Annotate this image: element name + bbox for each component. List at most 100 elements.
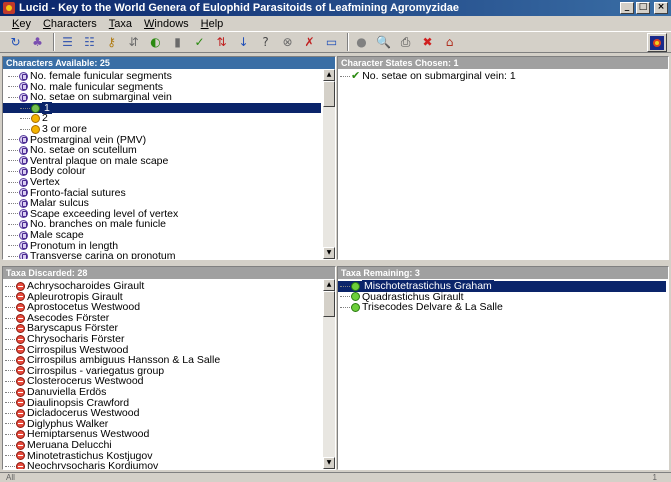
remaining-taxon-icon [351,302,360,312]
order-icon: ↓ [238,35,249,49]
tree-connector [5,412,15,414]
list-tree-button[interactable]: ☰ [58,33,77,51]
taxa-remaining-header: Taxa Remaining: 3 [338,267,668,279]
tree-connector [5,349,15,351]
discarded-taxon-icon [16,334,25,344]
item-label: No. setae on submarginal vein: 1 [362,70,516,82]
character-icon [19,198,28,208]
states-chosen-header: Character States Chosen: 1 [338,57,668,69]
item-label: Neochrysocharis Kordjumov [27,460,159,469]
menu-bar: Key Characters Taxa Windows Help [0,16,671,31]
tree-connector [340,306,350,308]
menu-help[interactable]: Help [195,18,230,30]
characters-scrollbar[interactable]: ▲ ▼ [323,69,335,259]
tree-connector [5,338,15,340]
tree-connector [8,86,18,88]
states-chosen-list[interactable]: ✔ No. setae on submarginal vein: 1 [338,69,668,259]
status-bar: All 1 [0,472,671,482]
print-button[interactable]: ⎙ [396,33,415,51]
tree-connector [5,402,15,404]
scroll-down-button[interactable]: ▼ [323,457,335,469]
remaining-taxon-icon [351,292,360,302]
taxa-discarded-list[interactable]: Achrysocharoides Girault Apleurotropis Gi… [3,279,323,469]
taxa-remaining-list[interactable]: Mischotetrastichus Graham Quadrastichus G… [338,279,668,469]
unknown-button[interactable]: ? [256,33,275,51]
tree-connector [5,296,15,298]
chart-button[interactable]: ▮ [168,33,187,51]
list-button[interactable]: ☷ [80,33,99,51]
group-button[interactable]: ♣ [28,33,47,51]
home-icon: ⌂ [445,35,454,49]
stop-button[interactable]: ✖ [418,33,437,51]
menu-characters-accel: C [42,17,51,30]
chosen-state-item[interactable]: ✔ No. setae on submarginal vein: 1 [338,69,668,82]
discarded-taxon-icon [16,355,25,365]
menu-windows[interactable]: Windows [138,18,195,30]
lucid-logo-button[interactable] [647,33,667,52]
check-icon: ✓ [194,35,205,49]
window-icon: ▭ [325,35,338,49]
title-bar: Lucid - Key to the World Genera of Eulop… [0,0,671,16]
discarded-taxon-icon [16,377,25,387]
maximize-button[interactable]: □ [636,2,650,14]
tree-connector [5,381,15,383]
refresh-button[interactable]: ↻ [6,33,25,51]
characters-list[interactable]: No. female funicular segments No. male fu… [3,69,323,259]
taxa-discarded-scrollbar[interactable]: ▲ ▼ [323,279,335,469]
sort-button[interactable]: ⇵ [124,33,143,51]
close-button[interactable]: × [654,2,668,14]
tree-connector [20,128,30,130]
states-chosen-panel: Character States Chosen: 1 ✔ No. setae on… [337,56,669,260]
home-button[interactable]: ⌂ [440,33,459,51]
toolbar: ↻ ♣ ☰ ☷ ⚷ ⇵ ◐ ▮ ✓ ⇅ ↓? ⊗ ✗ ▭ ● 🔍 ⎙ ✖ ⌂ [0,31,671,53]
discarded-taxon-icon [16,281,25,291]
item-label: Trisecodes Delvare & La Salle [362,301,503,314]
circle-button[interactable]: ● [352,33,371,51]
tree-connector [5,370,15,372]
key-button[interactable]: ⚷ [102,33,121,51]
menu-key[interactable]: Key [6,18,37,30]
discarded-taxon-icon [16,419,25,429]
best-button[interactable]: ◐ [146,33,165,51]
remaining-taxon-item[interactable]: Trisecodes Delvare & La Salle [338,302,668,313]
order-button[interactable]: ↓ [234,33,253,51]
check-icon: ✔ [351,69,361,82]
scroll-down-button[interactable]: ▼ [323,247,335,259]
tree-connector [5,285,15,287]
filter-button[interactable]: ⊗ [278,33,297,51]
scroll-up-button[interactable]: ▲ [323,69,335,81]
tree-connector [8,96,18,98]
scroll-thumb[interactable] [323,81,335,107]
scroll-up-button[interactable]: ▲ [323,279,335,291]
checklist-icon: ✗ [304,35,315,49]
tree-connector [8,192,18,194]
discarded-taxon-icon [16,451,25,461]
minimize-button[interactable]: _ [620,2,634,14]
checklist-button[interactable]: ✗ [300,33,319,51]
state-icon [31,124,40,134]
tree-connector [8,245,18,247]
lucid-app-icon[interactable] [3,2,15,14]
tree-connector [8,224,18,226]
state-item[interactable]: 1 [3,101,321,114]
tree-connector [340,75,350,77]
character-icon [19,145,28,155]
discarded-taxon-item[interactable]: Neochrysocharis Kordjumov [3,461,323,469]
character-icon [19,220,28,230]
scroll-thumb[interactable] [323,291,335,317]
characters-available-header: Characters Available: 25 [3,57,335,69]
window-button[interactable]: ▭ [322,33,341,51]
menu-help-label: elp [208,17,224,30]
character-item[interactable]: Transverse carina on pronotum [3,251,323,259]
check-button[interactable]: ✓ [190,33,209,51]
best-icon: ◐ [150,35,161,49]
menu-taxa[interactable]: Taxa [103,18,138,30]
find-button[interactable]: 🔍 [374,33,393,51]
refresh-icon: ↻ [10,35,21,49]
menu-characters[interactable]: Characters [37,18,103,30]
tree-connector [340,285,350,287]
tree-connector [8,171,18,173]
character-icon [19,241,28,251]
discarded-taxon-icon [16,430,25,440]
az-sort-button[interactable]: ⇅ [212,33,231,51]
